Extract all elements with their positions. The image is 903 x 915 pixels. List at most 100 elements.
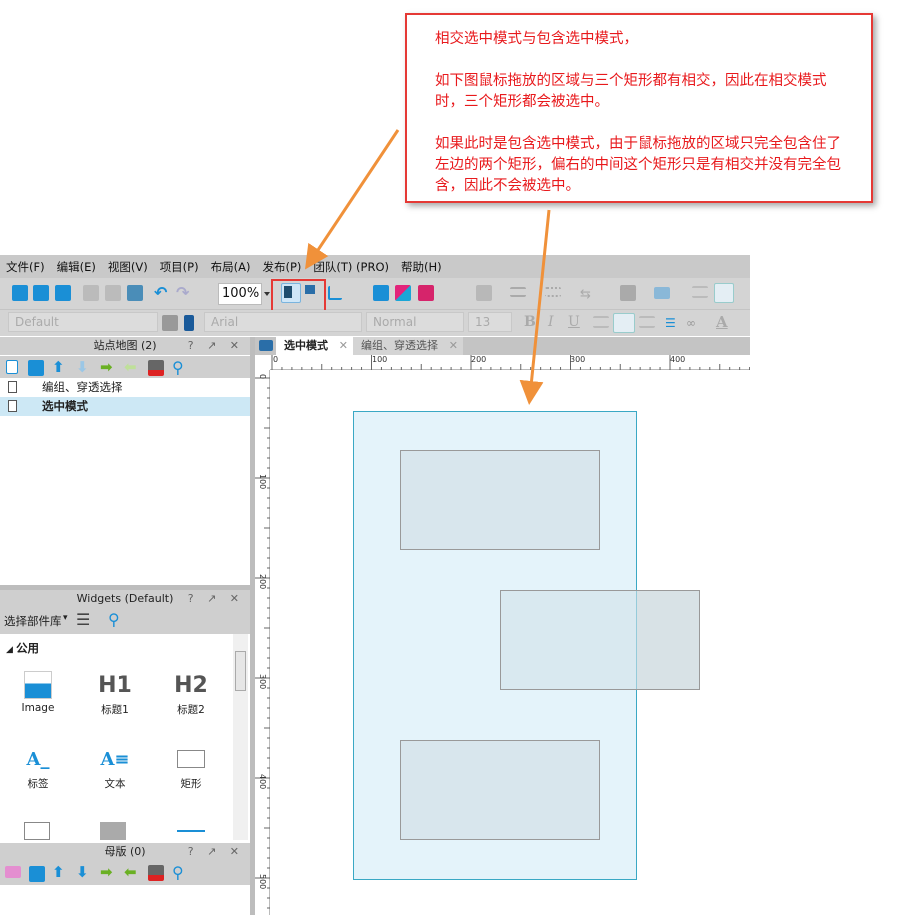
- menu-project[interactable]: 项目(P): [154, 259, 205, 275]
- library-select[interactable]: 选择部件库: [4, 613, 62, 629]
- font-select[interactable]: Arial: [204, 312, 362, 332]
- scrollbar-thumb[interactable]: [235, 651, 246, 691]
- indent-icon[interactable]: ➡: [100, 360, 116, 376]
- arrow-style-icon[interactable]: ⇆: [580, 287, 596, 303]
- format-painter-icon[interactable]: [162, 315, 178, 331]
- line-weight-icon[interactable]: [510, 287, 526, 297]
- link-icon[interactable]: ∞: [686, 316, 702, 332]
- open-folder-icon[interactable]: [33, 285, 49, 301]
- move-up-icon[interactable]: ⬆: [52, 865, 68, 881]
- chevron-down-icon[interactable]: ▾: [63, 613, 68, 623]
- tab-select-mode[interactable]: 选中模式 ✕: [276, 337, 353, 355]
- heading2-icon: H2: [174, 672, 208, 698]
- rectangle-top[interactable]: [400, 450, 600, 550]
- redo-icon[interactable]: ↷: [176, 285, 192, 301]
- outdent-icon[interactable]: ⬅: [124, 865, 140, 881]
- search-icon[interactable]: ⚲: [172, 358, 188, 377]
- italic-button[interactable]: I: [548, 314, 554, 330]
- align-icon[interactable]: [692, 286, 708, 298]
- publish-icon[interactable]: [418, 285, 434, 301]
- menu-arrange[interactable]: 布局(A): [205, 259, 257, 275]
- menu-help[interactable]: 帮助(H): [395, 259, 448, 275]
- search-icon[interactable]: ⚲: [172, 863, 188, 882]
- close-icon[interactable]: ✕: [449, 337, 458, 355]
- align-right-icon[interactable]: [639, 316, 655, 328]
- share-icon[interactable]: [395, 285, 411, 301]
- move-up-icon[interactable]: ⬆: [52, 360, 68, 376]
- line-style-icon[interactable]: [545, 287, 561, 297]
- align-left-icon[interactable]: [593, 316, 609, 328]
- scrollbar[interactable]: [233, 634, 248, 840]
- menu-icon[interactable]: ☰: [76, 610, 90, 629]
- style-select[interactable]: Default: [8, 312, 158, 332]
- menu-view[interactable]: 视图(V): [102, 259, 154, 275]
- paragraph-icon: A≡: [100, 748, 130, 770]
- outdent-icon[interactable]: ⬅: [124, 360, 140, 376]
- widget-rectangle[interactable]: 矩形: [153, 742, 229, 791]
- menu-file[interactable]: 文件(F): [0, 259, 51, 275]
- cut-icon[interactable]: [83, 285, 99, 301]
- add-master-icon[interactable]: [5, 866, 21, 878]
- preview-icon[interactable]: [373, 285, 389, 301]
- ruler-label: 200: [471, 355, 487, 364]
- rectangle-bottom[interactable]: [400, 740, 600, 840]
- border-color-icon[interactable]: [476, 285, 492, 301]
- hotspot-icon[interactable]: [177, 830, 205, 832]
- fill-color-icon[interactable]: [620, 285, 636, 301]
- placeholder-icon[interactable]: [24, 822, 50, 840]
- label-icon: A_: [26, 748, 50, 770]
- shadow-icon[interactable]: [654, 287, 670, 299]
- new-page-icon[interactable]: [12, 285, 28, 301]
- page-item-selected[interactable]: 选中模式: [0, 397, 250, 416]
- align-center-icon[interactable]: [613, 313, 635, 333]
- move-down-icon[interactable]: ⬇: [76, 360, 92, 376]
- save-icon[interactable]: [55, 285, 71, 301]
- bullet-list-icon[interactable]: ☰: [665, 316, 681, 332]
- image-placeholder-icon[interactable]: [100, 822, 126, 840]
- search-icon[interactable]: ⚲: [108, 610, 120, 629]
- widget-h1[interactable]: H1 标题1: [77, 668, 153, 717]
- menu-team[interactable]: 团队(T) (PRO): [307, 259, 395, 275]
- underline-button[interactable]: U: [568, 314, 580, 330]
- indent-icon[interactable]: ➡: [100, 865, 116, 881]
- page-icon: [8, 400, 17, 412]
- add-folder-icon[interactable]: [28, 360, 44, 376]
- font-size-select[interactable]: 13: [468, 312, 512, 332]
- menu-edit[interactable]: 编辑(E): [51, 259, 102, 275]
- align-active-icon[interactable]: [714, 283, 734, 303]
- tab-list-icon[interactable]: [259, 340, 273, 351]
- ruler-label: 300: [258, 674, 267, 690]
- menu-publish[interactable]: 发布(P): [256, 259, 307, 275]
- widget-text[interactable]: A≡ 文本: [77, 742, 153, 791]
- widget-label[interactable]: A_ 标签: [0, 742, 76, 791]
- panel-controls[interactable]: ? ↗ ✕: [188, 843, 244, 861]
- zoom-dropdown-icon[interactable]: [264, 292, 270, 296]
- widgets-toolbar: 选择部件库 ▾ ☰ ⚲: [0, 608, 250, 634]
- bold-button[interactable]: B: [524, 314, 536, 330]
- zoom-select[interactable]: 100%: [218, 283, 262, 305]
- delete-master-icon[interactable]: [148, 865, 164, 881]
- close-icon[interactable]: ✕: [339, 337, 348, 355]
- panel-controls[interactable]: ? ↗ ✕: [188, 590, 244, 608]
- page-item[interactable]: 编组、穿透选择: [0, 378, 250, 397]
- tab-label: 编组、穿透选择: [361, 339, 438, 352]
- paste-icon[interactable]: [127, 285, 143, 301]
- connect-tool-icon[interactable]: [328, 286, 342, 300]
- section-label: 公用: [16, 641, 40, 655]
- sitemap-tree: 编组、穿透选择 选中模式: [0, 378, 250, 585]
- font-weight-select[interactable]: Normal: [366, 312, 464, 332]
- brush-icon[interactable]: [184, 315, 194, 331]
- add-page-icon[interactable]: [6, 360, 18, 374]
- ruler-label: 400: [670, 355, 686, 364]
- undo-icon[interactable]: ↶: [154, 285, 170, 301]
- delete-page-icon[interactable]: [148, 360, 164, 376]
- copy-icon[interactable]: [105, 285, 121, 301]
- panel-controls[interactable]: ? ↗ ✕: [188, 337, 244, 355]
- add-folder-icon[interactable]: [29, 866, 45, 882]
- section-header[interactable]: ◢ 公用: [6, 640, 39, 656]
- font-color-button[interactable]: A: [716, 313, 728, 331]
- widget-image[interactable]: Image: [0, 668, 76, 714]
- tab-group-select[interactable]: 编组、穿透选择 ✕: [353, 337, 463, 355]
- move-down-icon[interactable]: ⬇: [76, 865, 92, 881]
- widget-h2[interactable]: H2 标题2: [153, 668, 229, 717]
